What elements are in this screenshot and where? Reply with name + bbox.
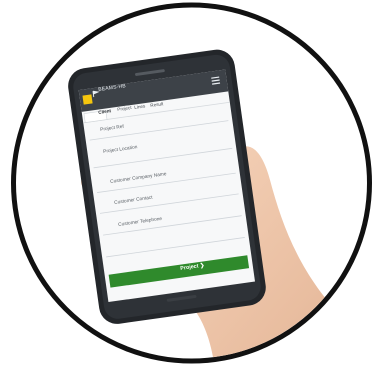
hamburger-menu-icon[interactable] [211, 76, 221, 85]
photo-frame [11, 2, 372, 364]
yellow-square-logo-icon [82, 94, 93, 105]
